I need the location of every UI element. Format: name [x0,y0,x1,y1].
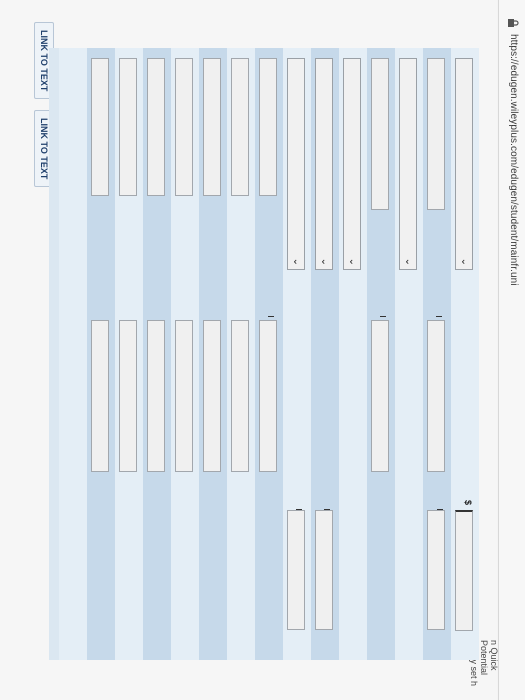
account-select[interactable]: ⌄ [315,58,333,270]
credit-input[interactable] [287,510,305,630]
account-input[interactable] [427,58,445,210]
browser-window: https://edugen.wileyplus.com/edugen/stud… [0,0,525,700]
debit-input[interactable] [455,510,473,631]
cursor-marker [268,316,274,317]
cursor-marker [436,316,442,317]
url-text[interactable]: https://edugen.wileyplus.com/edugen/stud… [508,34,519,286]
chevron-down-icon: ⌄ [319,257,330,266]
amount-input[interactable] [371,320,389,472]
amount-input[interactable] [91,320,109,472]
account-select[interactable]: ⌄ [455,58,473,270]
account-input[interactable] [231,58,249,196]
account-input[interactable] [259,58,277,196]
account-input[interactable] [147,58,165,196]
credit-input[interactable] [315,510,333,630]
amount-input[interactable] [175,320,193,472]
amount-input[interactable] [203,320,221,472]
account-input[interactable] [203,58,221,196]
lock-icon [508,19,519,27]
account-select[interactable]: ⌄ [399,58,417,270]
photo-frame: https://edugen.wileyplus.com/edugen/stud… [0,0,525,700]
assignment-page: LINK TO TEXT LINK TO TEXT n Quick Potent… [0,0,499,700]
account-select[interactable]: ⌄ [343,58,361,270]
amount-input[interactable] [119,320,137,472]
account-input[interactable] [119,58,137,196]
amount-input[interactable] [231,320,249,472]
currency-symbol: $ [463,500,473,506]
credit-input[interactable] [427,510,445,630]
account-input[interactable] [175,58,193,196]
chevron-down-icon: ⌄ [459,257,470,266]
account-input[interactable] [371,58,389,210]
chevron-down-icon: ⌄ [403,257,414,266]
account-input[interactable] [91,58,109,196]
cursor-marker [380,316,386,317]
chevron-down-icon: ⌄ [291,257,302,266]
account-select[interactable]: ⌄ [287,58,305,270]
table-row [59,48,87,660]
amount-input[interactable] [259,320,277,472]
answer-table: ⌄ $ ⌄ ⌄ ⌄ ⌄ [49,48,479,660]
amount-input[interactable] [147,320,165,472]
amount-input[interactable] [427,320,445,472]
chevron-down-icon: ⌄ [347,257,358,266]
address-bar[interactable]: https://edugen.wileyplus.com/edugen/stud… [498,0,525,700]
